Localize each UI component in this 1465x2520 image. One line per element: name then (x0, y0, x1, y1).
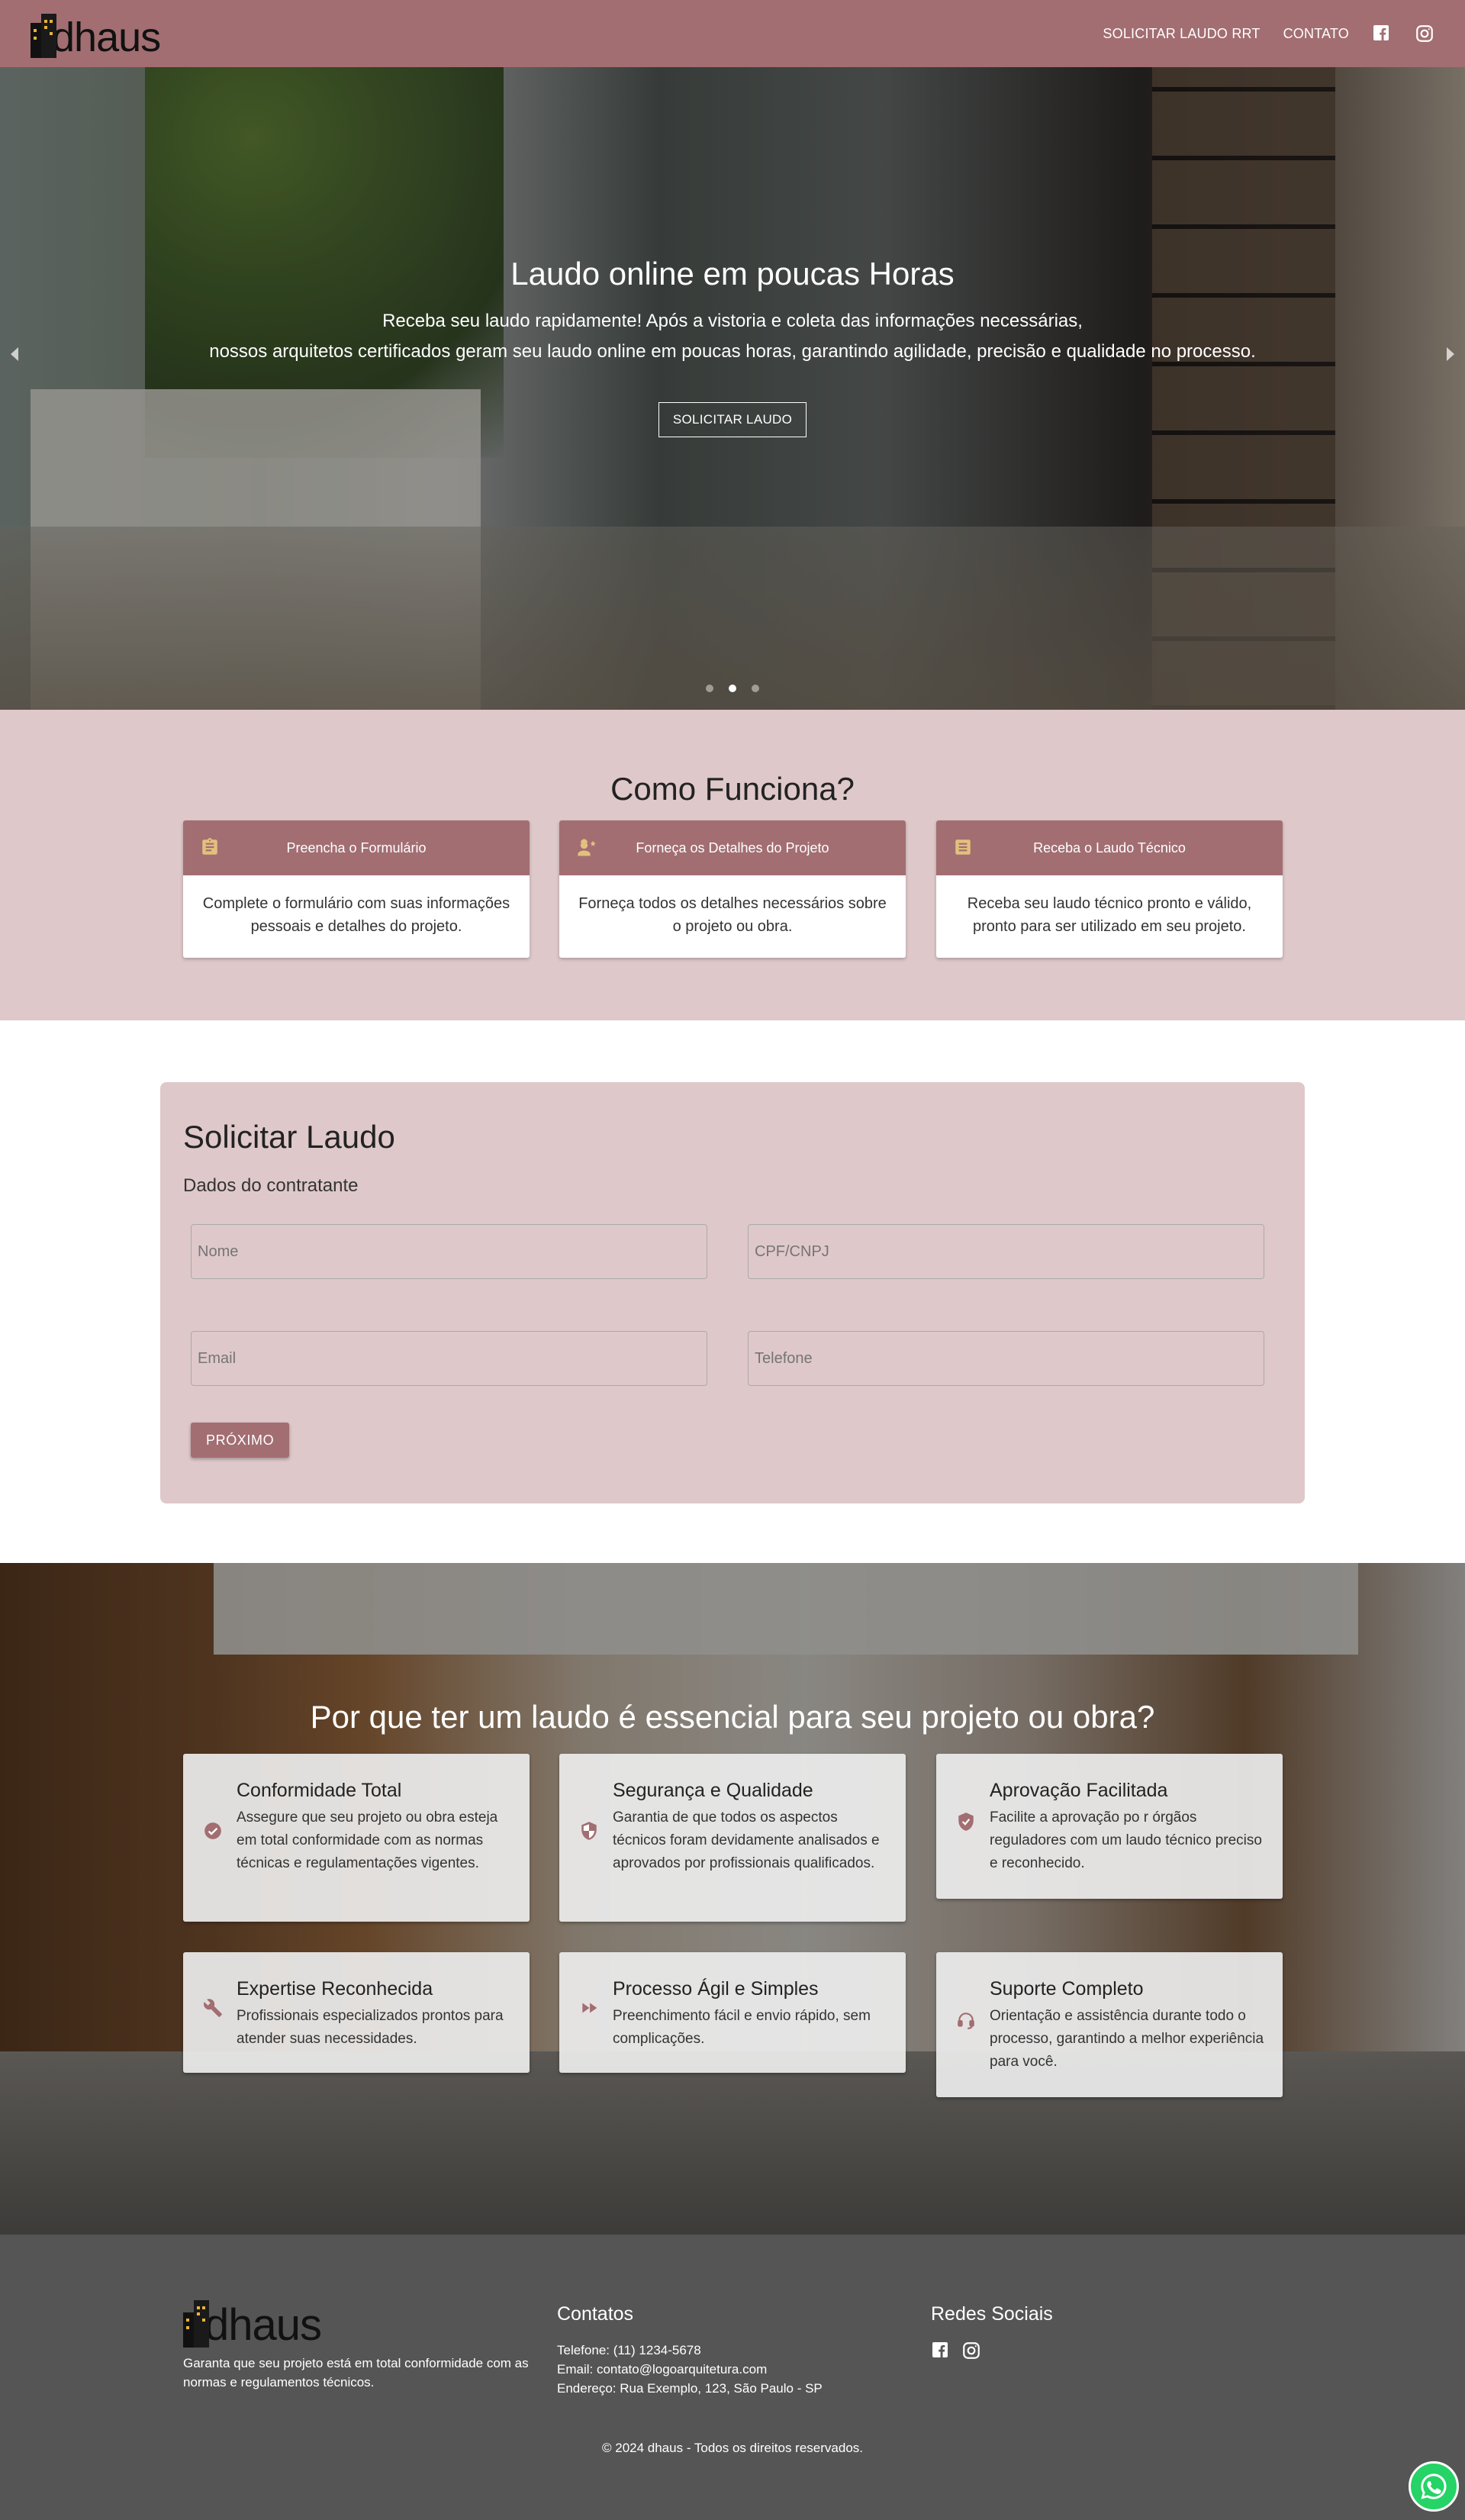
carousel-indicators (0, 685, 1465, 692)
footer-copyright: © 2024 dhaus - Todos os direitos reserva… (601, 2441, 864, 2455)
nav-link-contato[interactable]: CONTATO (1283, 26, 1349, 42)
step-title-1: Preencha o Formulário (286, 839, 427, 856)
solicitar-laudo-button[interactable]: SOLICITAR LAUDO (658, 402, 807, 437)
footer-address: Endereço: Rua Exemplo, 123, São Paulo - … (557, 2381, 823, 2396)
footer-phone: Telefone: (11) 1234-5678 (557, 2343, 701, 2357)
step-card-3: Receba o Laudo Técnico Receba seu laudo … (936, 820, 1283, 958)
how-it-works-section: Como Funciona? Preencha o Formulário Com… (0, 710, 1465, 1020)
document-icon (953, 837, 974, 859)
step-card-2: Forneça os Detalhes do Projeto Forneça t… (559, 820, 906, 958)
brand-name: dhaus (52, 15, 161, 60)
why-card-text: Assegure que seu projeto ou obra esteja … (237, 1809, 498, 1871)
telefone-field[interactable] (748, 1331, 1264, 1386)
footer: dhaus Garanta que seu projeto está em to… (0, 2235, 1465, 2520)
whatsapp-button[interactable] (1409, 2461, 1459, 2512)
why-card-text: Facilite a aprovação po r órgãos regulad… (990, 1809, 1262, 1871)
form-title: Solicitar Laudo (183, 1119, 395, 1155)
footer-contacts-title: Contatos (557, 2303, 634, 2325)
hero-caption: Laudo online em poucas Horas Receba seu … (0, 256, 1465, 437)
why-card-text: Preenchimento fácil e envio rápido, sem … (613, 2008, 871, 2047)
check-circle-icon (203, 1821, 224, 1842)
wrench-icon (203, 1998, 224, 2019)
fast-forward-icon (579, 1998, 600, 2019)
carousel-dot-1[interactable] (706, 685, 713, 692)
step-title-3: Receba o Laudo Técnico (1033, 839, 1186, 856)
why-card-text: Orientação e assistência durante todo o … (990, 2008, 1264, 2070)
why-card-processo: Processo Ágil e Simples Preenchimento fá… (559, 1952, 906, 2073)
why-card-conformidade: Conformidade Total Assegure que seu proj… (183, 1754, 530, 1922)
hero-title: Laudo online em poucas Horas (510, 256, 955, 292)
why-card-title: Conformidade Total (237, 1780, 402, 1801)
clipboard-icon (200, 837, 221, 859)
footer-social-links (931, 2341, 1160, 2360)
why-card-title: Processo Ágil e Simples (613, 1978, 819, 2000)
facebook-icon[interactable] (931, 2341, 951, 2360)
email-field[interactable] (191, 1331, 707, 1386)
nav-menu: SOLICITAR LAUDO RRT CONTATO (1103, 24, 1434, 44)
why-title: Por que ter um laudo é essencial para se… (310, 1699, 1155, 1735)
request-form-card: Solicitar Laudo Dados do contratante PRÓ… (160, 1082, 1305, 1503)
hero-subtitle-line-2: nossos arquitetos certificados geram seu… (209, 341, 1256, 362)
headset-icon (956, 2010, 977, 2032)
engineer-icon (576, 837, 597, 859)
shield-icon (579, 1821, 600, 1842)
why-card-title: Expertise Reconhecida (237, 1978, 433, 2000)
nome-field[interactable] (191, 1224, 707, 1279)
why-card-expertise: Expertise Reconhecida Profissionais espe… (183, 1952, 530, 2073)
facebook-icon[interactable] (1372, 24, 1392, 44)
next-button[interactable]: PRÓXIMO (191, 1423, 290, 1458)
carousel-dot-3[interactable] (752, 685, 759, 692)
why-card-suporte: Suporte Completo Orientação e assistênci… (936, 1952, 1283, 2097)
building-logo-icon (31, 14, 56, 58)
instagram-icon[interactable] (1415, 24, 1434, 44)
carousel-dot-2[interactable] (729, 685, 736, 692)
why-card-text: Garantia de que todos os aspectos técnic… (613, 1809, 880, 1871)
why-card-seguranca: Segurança e Qualidade Garantia de que to… (559, 1754, 906, 1922)
why-card-title: Aprovação Facilitada (990, 1780, 1168, 1801)
how-it-works-title: Como Funciona? (610, 771, 855, 807)
brand-logo[interactable]: dhaus (31, 9, 161, 60)
footer-brand-name: dhaus (204, 2300, 322, 2350)
carousel-prev-icon[interactable] (11, 347, 18, 361)
instagram-icon[interactable] (961, 2341, 981, 2360)
cpf-cnpj-field[interactable] (748, 1224, 1264, 1279)
footer-social-column: Redes Sociais (931, 2296, 1160, 2360)
footer-social-title: Redes Sociais (931, 2303, 1053, 2325)
footer-brand-column: dhaus Garanta que seu projeto está em to… (183, 2296, 542, 2392)
footer-email: Email: contato@logoarquitetura.com (557, 2362, 768, 2377)
carousel-next-icon[interactable] (1447, 347, 1454, 361)
navbar: dhaus SOLICITAR LAUDO RRT CONTATO (0, 0, 1465, 67)
form-subtitle: Dados do contratante (183, 1175, 359, 1196)
why-card-aprovacao: Aprovação Facilitada Facilite a aprovaçã… (936, 1754, 1283, 1899)
why-card-title: Segurança e Qualidade (613, 1780, 813, 1801)
nav-link-solicitar-laudo[interactable]: SOLICITAR LAUDO RRT (1103, 26, 1260, 42)
verified-shield-icon (956, 1812, 977, 1833)
why-section: Por que ter um laudo é essencial para se… (0, 1563, 1465, 2235)
why-card-title: Suporte Completo (990, 1978, 1144, 2000)
step-text-3: Receba seu laudo técnico pronto e válido… (967, 895, 1252, 935)
step-card-1: Preencha o Formulário Complete o formulá… (183, 820, 530, 958)
footer-logo[interactable]: dhaus (183, 2296, 542, 2348)
step-text-2: Forneça todos os detalhes necessários so… (578, 895, 887, 935)
step-title-2: Forneça os Detalhes do Projeto (636, 839, 829, 856)
footer-description: Garanta que seu projeto está em total co… (183, 2356, 529, 2389)
hero-subtitle-line-1: Receba seu laudo rapidamente! Após a vis… (382, 311, 1083, 331)
why-card-text: Profissionais especializados prontos par… (237, 2008, 504, 2047)
step-text-1: Complete o formulário com suas informaçõ… (202, 895, 510, 935)
building-logo-icon (183, 2300, 209, 2348)
whatsapp-icon (1421, 2473, 1447, 2499)
footer-contacts-column: Contatos Telefone: (11) 1234-5678 Email:… (557, 2296, 893, 2398)
hero-carousel: Laudo online em poucas Horas Receba seu … (0, 0, 1465, 710)
